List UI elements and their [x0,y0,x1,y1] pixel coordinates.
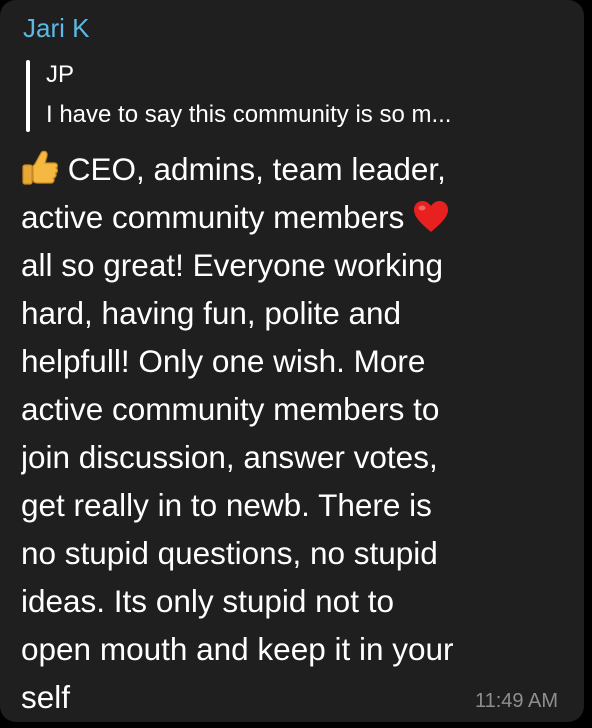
message-line-text: hard, having fun, polite and [21,295,402,331]
reply-quote[interactable]: JP I have to say this community is so m.… [26,58,566,134]
message-line: CEO, admins, team leader, [21,145,566,193]
message-line-text: all so great! Everyone working [21,247,443,283]
message-line-text: open mouth and keep it in your [21,631,454,667]
message-bubble[interactable]: Jari K JP I have to say this community i… [0,0,584,722]
message-line-text: get really in to newb. There is [21,487,432,523]
reply-quote-bar [26,60,30,132]
message-line: hard, having fun, polite and [21,289,566,337]
message-line: ideas. Its only stupid not to [21,577,566,625]
message-line: active community members to [21,385,566,433]
message-line-text: self [21,679,71,715]
message-line: all so great! Everyone working [21,241,566,289]
message-line-text: join discussion, answer votes, [21,439,438,475]
red-heart-icon [413,199,449,241]
message-line-text: active community members to [21,391,440,427]
message-line-text: active community members [21,199,405,235]
message-line: open mouth and keep it in your [21,625,566,673]
reply-text: I have to say this community is so m... [46,101,452,128]
message-line: active community members [21,193,566,241]
message-timestamp: 11:49 AM [474,690,558,712]
message-line: helpfull! Only one wish. More [21,337,566,385]
message-line: join discussion, answer votes, [21,433,566,481]
message-line-text: helpfull! Only one wish. More [21,343,426,379]
reply-author: JP [46,61,75,88]
thumbs-up-icon [21,150,59,193]
message-line-text: ideas. Its only stupid not to [21,583,394,619]
message-body: CEO, admins, team leader, active communi… [21,145,566,721]
sender-name[interactable]: Jari K [23,12,89,44]
message-line-text: no stupid questions, no stupid [21,535,438,571]
message-line: get really in to newb. There is [21,481,566,529]
message-line-text: CEO, admins, team leader, [67,151,446,187]
message-line: no stupid questions, no stupid [21,529,566,577]
